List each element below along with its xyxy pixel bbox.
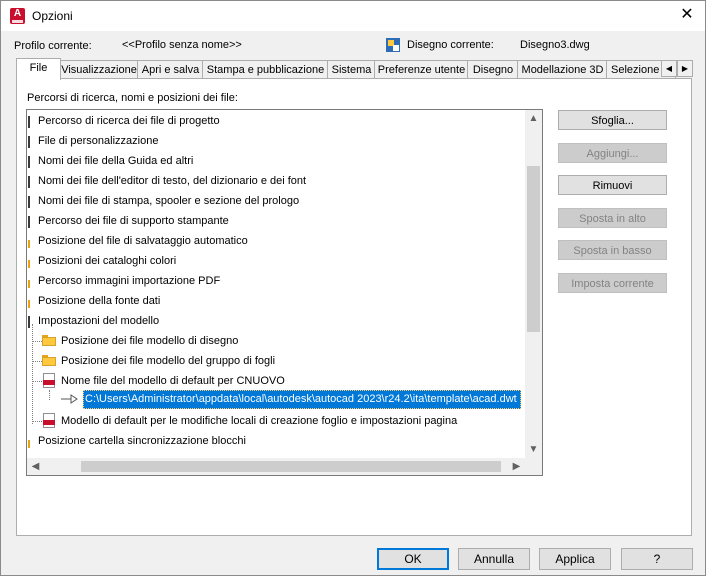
horizontal-scroll-thumb[interactable] xyxy=(81,461,501,472)
tab-apri-e-salva[interactable]: Apri e salva xyxy=(137,60,204,79)
autocad-app-icon: A xyxy=(10,8,25,24)
current-drawing-value: Disegno3.dwg xyxy=(520,39,590,51)
window-title: Opzioni xyxy=(32,9,73,23)
close-icon[interactable]: ✕ xyxy=(675,4,699,26)
tree-connector xyxy=(32,324,33,424)
apply-button[interactable]: Applica xyxy=(539,548,611,570)
selected-template-path[interactable]: C:\Users\Administrator\appdata\local\aut… xyxy=(83,390,521,409)
tab-file[interactable]: File xyxy=(16,58,61,80)
scroll-up-icon[interactable]: ▲ xyxy=(525,110,542,127)
path-arrow-icon xyxy=(61,394,78,404)
tree-vertical-scrollbar[interactable]: ▲ ▼ xyxy=(525,110,542,458)
ok-button[interactable]: OK xyxy=(377,548,449,570)
tab-visualizzazione[interactable]: Visualizzazione xyxy=(59,60,139,79)
folder-icon xyxy=(42,335,56,346)
tab-strip: File Visualizzazione Apri e salva Stampa… xyxy=(16,58,676,80)
current-drawing-label: Disegno corrente: xyxy=(407,39,494,51)
tree-connector xyxy=(49,390,50,400)
drawing-icon xyxy=(386,38,400,52)
tab-stampa-e-pubblicazione[interactable]: Stampa e pubblicazione xyxy=(202,60,329,79)
cancel-button[interactable]: Annulla xyxy=(458,548,530,570)
tab-preferenze-utente[interactable]: Preferenze utente xyxy=(374,60,469,79)
remove-button[interactable]: Rimuovi xyxy=(558,175,667,195)
folder-icon xyxy=(42,355,56,366)
add-button[interactable]: Aggiungi... xyxy=(558,143,667,163)
title-bar: A Opzioni ✕ xyxy=(1,1,705,31)
template-file-icon xyxy=(43,413,55,428)
template-file-icon xyxy=(43,373,55,388)
scroll-right-icon[interactable]: ▶ xyxy=(508,458,525,475)
tab-disegno[interactable]: Disegno xyxy=(467,60,519,79)
tree-connector xyxy=(33,421,42,422)
help-button[interactable]: ? xyxy=(621,548,693,570)
tree-connector xyxy=(33,361,42,362)
tab-sistema[interactable]: Sistema xyxy=(327,60,376,79)
tree-connector xyxy=(33,381,42,382)
options-dialog: A Opzioni ✕ Profilo corrente: <<Profilo … xyxy=(0,0,706,576)
section-label: Percorsi di ricerca, nomi e posizioni de… xyxy=(27,92,238,104)
scroll-left-icon[interactable]: ◀ xyxy=(27,458,44,475)
set-current-button[interactable]: Imposta corrente xyxy=(558,273,667,293)
current-profile-label: Profilo corrente: xyxy=(14,40,92,52)
scrollbar-corner xyxy=(525,458,542,475)
tab-modellazione-3d[interactable]: Modellazione 3D xyxy=(517,60,608,79)
move-down-button[interactable]: Sposta in basso xyxy=(558,240,667,260)
tree-connector xyxy=(33,341,42,342)
scroll-down-icon[interactable]: ▼ xyxy=(525,441,542,458)
current-profile-value: <<Profilo senza nome>> xyxy=(122,39,242,51)
file-paths-tree[interactable]: Percorso di ricerca dei file di progetto… xyxy=(26,109,543,476)
browse-button[interactable]: Sfoglia... xyxy=(558,110,667,130)
tree-horizontal-scrollbar[interactable]: ◀ ▶ xyxy=(27,458,525,475)
tab-scroll-left-icon[interactable]: ◀ xyxy=(661,60,677,77)
vertical-scroll-thumb[interactable] xyxy=(527,166,540,332)
tab-scroll-right-icon[interactable]: ▶ xyxy=(677,60,693,77)
move-up-button[interactable]: Sposta in alto xyxy=(558,208,667,228)
